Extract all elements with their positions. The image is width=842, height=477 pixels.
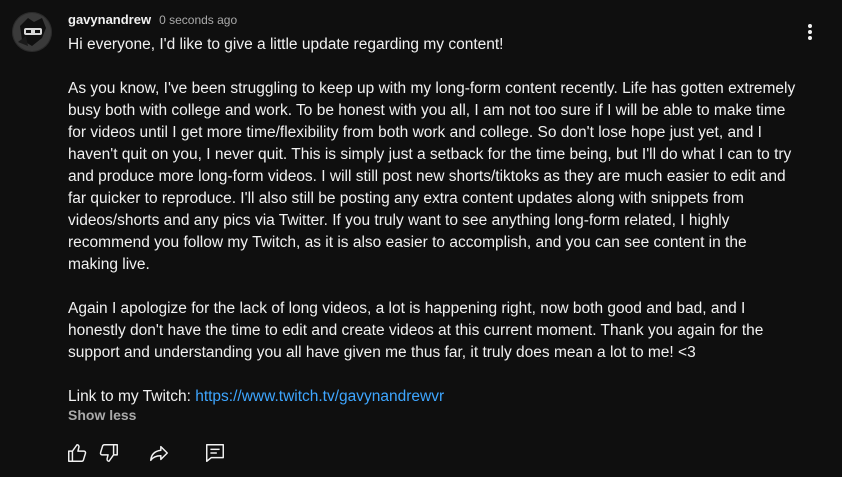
twitch-link[interactable]: https://www.twitch.tv/gavynandrewvr [195,388,444,405]
more-actions-button[interactable] [798,20,822,44]
more-vert-icon [808,24,812,40]
timestamp[interactable]: 0 seconds ago [159,13,237,27]
comment-paragraph: Again I apologize for the lack of long v… [68,300,764,361]
show-less-button[interactable]: Show less [68,407,136,423]
avatar[interactable] [12,12,52,52]
share-button[interactable] [146,440,172,466]
thumbs-down-icon [99,444,118,462]
thumbs-up-icon [68,444,87,462]
author-name[interactable]: gavynandrew [68,12,151,27]
comment-header: gavynandrew 0 seconds ago [68,12,237,30]
avatar-image [12,12,52,52]
comment-paragraph: Hi everyone, I'd like to give a little u… [68,36,504,53]
community-post: gavynandrew 0 seconds ago Hi everyone, I… [0,0,842,477]
comment-paragraph: As you know, I've been struggling to kee… [68,80,796,273]
like-button[interactable] [64,440,90,466]
reply-button[interactable] [202,440,228,466]
dislike-button[interactable] [96,440,122,466]
comment-body: Hi everyone, I'd like to give a little u… [68,34,798,408]
share-icon [150,445,168,462]
twitch-link-line: Link to my Twitch: https://www.twitch.tv… [68,386,798,408]
link-prefix: Link to my Twitch: [68,388,196,405]
reply-comment-icon [206,444,224,462]
